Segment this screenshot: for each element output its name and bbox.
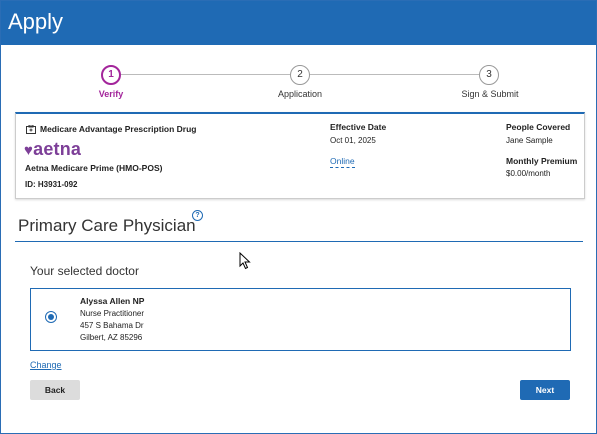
help-icon[interactable]: ? [192, 210, 203, 221]
step-2-circle: 2 [290, 65, 310, 85]
doctor-radio[interactable] [45, 311, 57, 323]
plan-summary-card: Medicare Advantage Prescription Drug ♥ae… [15, 112, 585, 199]
plan-id: ID: H3931-092 [25, 180, 78, 189]
step-1-circle: 1 [101, 65, 121, 85]
step-3-label: Sign & Submit [461, 89, 519, 99]
section-title: Primary Care Physician [18, 216, 196, 235]
people-covered-label: People Covered [506, 122, 571, 132]
progress-stepper: 1 Verify 2 Application 3 Sign & Submit [1, 65, 596, 105]
step-connector [308, 74, 479, 75]
effective-date-label: Effective Date [330, 122, 387, 132]
people-covered-value: Jane Sample [506, 136, 553, 145]
change-link[interactable]: Change [30, 360, 62, 370]
selected-doctor-label: Your selected doctor [30, 264, 139, 278]
section-divider [15, 241, 583, 242]
mouse-cursor-icon [239, 251, 251, 275]
medical-kit-icon [26, 124, 36, 136]
plan-name: Aetna Medicare Prime (HMO-POS) [25, 163, 163, 173]
aetna-logo: ♥aetna [24, 139, 81, 160]
step-connector [120, 74, 290, 75]
app-window: Apply 1 Verify 2 Application 3 Sign & Su… [0, 0, 597, 434]
doctor-specialty: Nurse Practitioner [80, 309, 145, 318]
effective-date-value: Oct 01, 2025 [330, 136, 376, 145]
plan-type: Medicare Advantage Prescription Drug [26, 124, 197, 136]
step-3-circle: 3 [479, 65, 499, 85]
back-button[interactable]: Back [30, 380, 80, 400]
doctor-card[interactable]: Alyssa Allen NP Nurse Practitioner 457 S… [30, 288, 571, 351]
heart-icon: ♥ [24, 142, 34, 159]
monthly-premium-label: Monthly Premium [506, 156, 578, 166]
doctor-name: Alyssa Allen NP [80, 296, 145, 306]
next-button[interactable]: Next [520, 380, 570, 400]
plan-type-label: Medicare Advantage Prescription Drug [40, 124, 197, 134]
step-2-label: Application [277, 89, 323, 99]
page-header: Apply [1, 1, 596, 45]
doctor-address-line1: 457 S Bahama Dr [80, 321, 144, 330]
monthly-premium-value: $0.00/month [506, 169, 551, 178]
step-1-label: Verify [98, 89, 124, 99]
page-title: Apply [8, 9, 64, 34]
radio-selected-dot [48, 314, 54, 320]
aetna-wordmark: aetna [33, 139, 82, 159]
online-link[interactable]: Online [330, 156, 355, 168]
doctor-address-line2: Gilbert, AZ 85296 [80, 333, 143, 342]
